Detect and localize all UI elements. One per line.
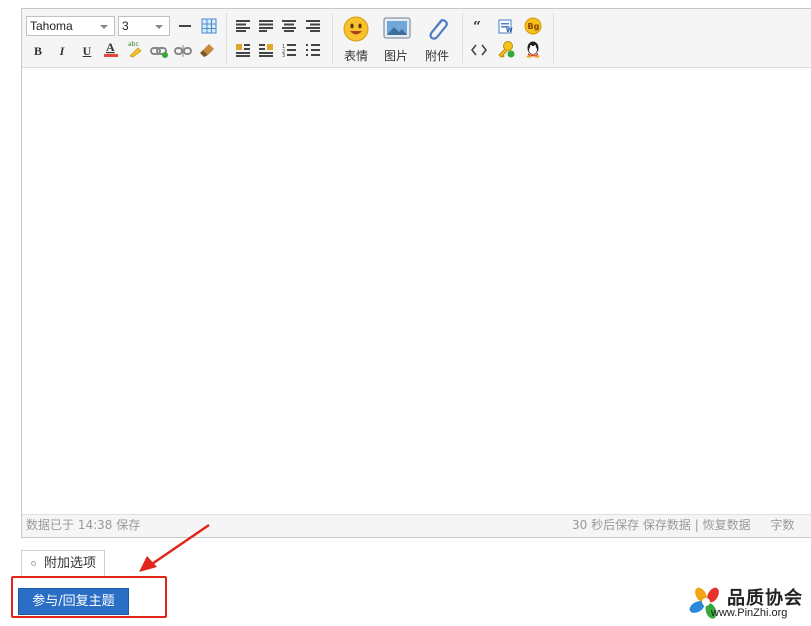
bold-icon[interactable]: B <box>28 41 48 61</box>
font-size-select[interactable]: 3 <box>118 16 170 36</box>
toolbar-separator <box>462 13 463 63</box>
statusbar-actions: 30 秒后保存 保存数据 | 恢复数据 字数 <box>572 515 794 536</box>
svg-text:A: A <box>106 40 115 54</box>
smiley-icon <box>343 16 369 42</box>
hr-icon[interactable] <box>175 16 195 36</box>
quote-icon[interactable]: “ <box>469 16 489 36</box>
word-paste-icon[interactable]: W <box>496 16 516 36</box>
unordered-list-icon[interactable] <box>303 40 323 60</box>
align-center-icon[interactable] <box>279 16 299 36</box>
toolbar-separator <box>553 13 554 63</box>
link-icon[interactable] <box>149 41 169 61</box>
italic-icon[interactable]: I <box>52 41 72 61</box>
chevron-down-icon <box>100 25 108 29</box>
save-data-link[interactable]: 保存数据 <box>643 518 691 532</box>
svg-text:Bg: Bg <box>528 22 540 31</box>
svg-text:abc: abc <box>128 41 139 48</box>
extra-options-tab[interactable]: 附加选项 <box>21 550 105 576</box>
svg-text:3: 3 <box>282 53 285 57</box>
highlight-icon[interactable]: abc <box>125 39 145 59</box>
font-color-icon[interactable]: A <box>101 39 121 59</box>
align-left-icon[interactable] <box>233 16 253 36</box>
hide-content-icon[interactable] <box>496 39 516 59</box>
bold-label: B <box>33 43 42 58</box>
annotation-arrow <box>139 523 210 572</box>
reply-submit-button[interactable]: 参与/回复主题 <box>18 588 129 615</box>
rich-text-editor: Tahoma 3 B I U A abc 1 2 3 表情 图片 附件 “ W … <box>21 8 811 538</box>
unlink-icon[interactable] <box>173 41 193 61</box>
editor-toolbar: Tahoma 3 B I U A abc 1 2 3 表情 图片 附件 “ W … <box>22 9 811 68</box>
chevron-down-icon <box>155 25 163 29</box>
underline-icon[interactable]: U <box>77 41 97 61</box>
statusbar-divider: | <box>694 518 699 532</box>
bg-icon[interactable]: Bg <box>523 16 543 36</box>
clear-format-icon[interactable] <box>198 40 218 60</box>
autosave-status: 数据已于 14:38 保存 <box>26 518 141 532</box>
toolbar-separator <box>332 13 333 63</box>
attachment-button[interactable]: 附件 <box>419 15 455 63</box>
toolbar-separator <box>226 13 227 63</box>
image-button[interactable]: 图片 <box>378 15 414 63</box>
editor-content-area[interactable] <box>22 68 811 516</box>
ordered-list-icon[interactable]: 123 <box>279 40 299 60</box>
italic-label: I <box>59 43 65 58</box>
align-right-icon[interactable] <box>303 16 323 36</box>
underline-label: U <box>82 43 92 58</box>
restore-data-link[interactable]: 恢复数据 <box>703 518 751 532</box>
logo-url: www.PinZhi.org <box>711 607 788 619</box>
font-family-value: Tahoma <box>30 19 73 33</box>
paperclip-icon <box>424 16 450 42</box>
image-button-label: 图片 <box>383 49 408 63</box>
font-family-select[interactable]: Tahoma <box>26 16 115 36</box>
attachment-button-label: 附件 <box>424 49 449 63</box>
float-left-icon[interactable] <box>233 40 253 60</box>
code-icon[interactable] <box>469 40 489 60</box>
svg-text:W: W <box>506 27 513 34</box>
align-justify-icon[interactable] <box>256 16 276 36</box>
autosave-countdown: 30 秒后保存 <box>572 518 640 532</box>
extra-options-label: 附加选项 <box>44 556 97 571</box>
image-icon <box>383 16 411 42</box>
emoji-button-label: 表情 <box>343 49 368 63</box>
font-size-value: 3 <box>122 19 129 33</box>
float-right-icon[interactable] <box>256 40 276 60</box>
emoji-button[interactable]: 表情 <box>338 15 374 63</box>
site-logo: 品质协会 www.PinZhi.org <box>687 585 811 626</box>
table-icon[interactable] <box>199 16 219 36</box>
word-count[interactable]: 字数 <box>770 518 794 532</box>
svg-text:“: “ <box>473 21 481 31</box>
qq-icon[interactable] <box>523 39 543 59</box>
circle-icon <box>31 561 36 566</box>
